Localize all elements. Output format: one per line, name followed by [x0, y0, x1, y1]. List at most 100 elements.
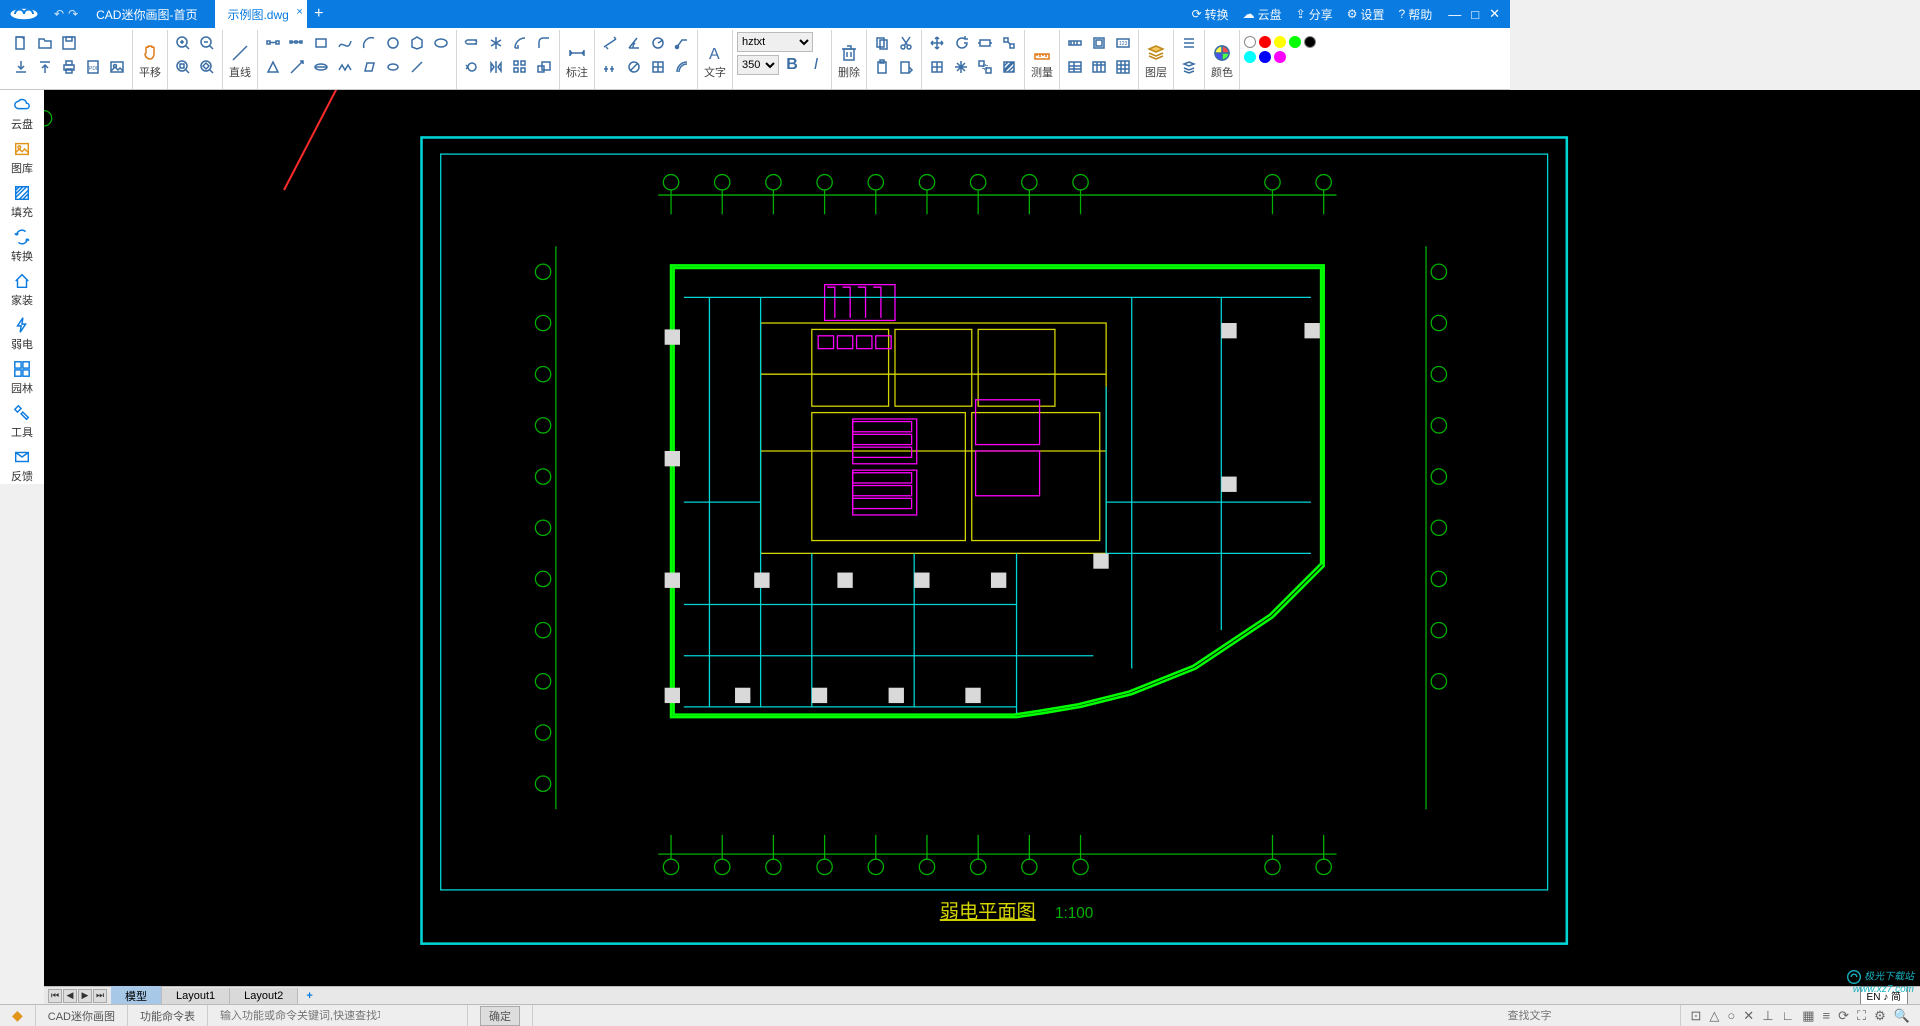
measure-icon[interactable] [1029, 40, 1055, 66]
rotate2-icon[interactable] [950, 32, 972, 54]
menu-convert[interactable]: ⟳转换 [1192, 6, 1229, 23]
window-minimize-icon[interactable]: — [1448, 7, 1461, 22]
parallelogram-icon[interactable] [358, 56, 380, 78]
sidebar-item-landscape[interactable]: 园林 [11, 360, 33, 396]
tab-layout1[interactable]: Layout1 [162, 988, 230, 1004]
print-icon[interactable] [58, 56, 80, 78]
measure-dist-icon[interactable] [1064, 32, 1086, 54]
menu-help[interactable]: ?帮助 [1399, 6, 1433, 23]
array-icon[interactable] [509, 56, 531, 78]
ellipse-draw-icon[interactable] [430, 32, 452, 54]
snap-intersection-icon[interactable]: ✕ [1743, 1008, 1754, 1024]
snap-perp-icon[interactable]: ⊥ [1762, 1008, 1773, 1024]
triangle-icon[interactable] [262, 56, 284, 78]
align-icon[interactable] [998, 32, 1020, 54]
text-icon[interactable]: A [702, 40, 728, 66]
sidebar-item-electrical[interactable]: 弱电 [11, 316, 33, 352]
layer-icon[interactable] [1143, 40, 1169, 66]
circle-icon[interactable] [382, 32, 404, 54]
polyline-node-icon[interactable] [262, 32, 284, 54]
swatch-yellow[interactable] [1274, 36, 1286, 48]
status-func-list[interactable]: 功能命令表 [128, 1005, 208, 1026]
dim-ordinate-icon[interactable] [647, 56, 669, 78]
group-line[interactable]: 直线 [223, 30, 258, 89]
menu-share[interactable]: ⇪分享 [1296, 6, 1333, 23]
cut-icon[interactable] [895, 32, 917, 54]
group-pan[interactable]: 平移 [133, 30, 168, 89]
hatch-icon[interactable] [998, 56, 1020, 78]
export-icon[interactable] [34, 56, 56, 78]
group-delete[interactable]: 删除 [832, 30, 867, 89]
dim-angular-icon[interactable] [623, 32, 645, 54]
scale-icon[interactable] [533, 56, 555, 78]
menu-settings[interactable]: ⚙设置 [1347, 6, 1385, 23]
paste-icon[interactable] [871, 56, 893, 78]
tab-add-layout[interactable]: + [298, 990, 320, 1002]
move-icon[interactable] [926, 32, 948, 54]
dim-continue-icon[interactable] [599, 56, 621, 78]
delete-icon[interactable] [836, 40, 862, 66]
dim-diameter-icon[interactable] [623, 56, 645, 78]
arc-icon[interactable] [358, 32, 380, 54]
polyline-multi-icon[interactable] [286, 32, 308, 54]
zigzag-icon[interactable] [334, 56, 356, 78]
zoom-extent-icon[interactable]: 🔍 [1894, 1008, 1910, 1024]
swatch-magenta[interactable] [1274, 51, 1286, 63]
offset-icon[interactable] [461, 32, 483, 54]
swatch-white[interactable] [1244, 36, 1256, 48]
block-icon[interactable] [926, 56, 948, 78]
bold-button[interactable]: B [781, 54, 803, 76]
zoom-fit-icon[interactable] [172, 56, 194, 78]
dim-leader-icon[interactable] [671, 32, 693, 54]
sidebar-item-library[interactable]: 图库 [11, 140, 33, 176]
measure-area-icon[interactable] [1088, 32, 1110, 54]
linewidth-icon[interactable]: ≡ [1823, 1008, 1831, 1024]
italic-button[interactable]: I [805, 54, 827, 76]
import-icon[interactable] [10, 56, 32, 78]
rotate-icon[interactable] [461, 56, 483, 78]
sidebar-item-cloud[interactable]: 云盘 [11, 96, 33, 132]
snap-center-icon[interactable]: ○ [1727, 1008, 1735, 1024]
zoom-in-icon[interactable] [172, 32, 194, 54]
tab-home[interactable]: CAD迷你画图-首页 [84, 0, 215, 28]
pdf-icon[interactable]: PDF [82, 56, 104, 78]
xline-icon[interactable] [310, 56, 332, 78]
swatch-cyan[interactable] [1244, 51, 1256, 63]
tab-close-icon[interactable]: × [296, 6, 302, 18]
swatch-green[interactable] [1289, 36, 1301, 48]
dimension-icon[interactable] [564, 40, 590, 66]
command-input[interactable] [220, 1010, 380, 1022]
dim-arc-icon[interactable] [671, 56, 693, 78]
ortho-icon[interactable]: ∟ [1782, 1008, 1795, 1024]
ray-icon[interactable] [286, 56, 308, 78]
fullscreen-icon[interactable]: ⛶ [1857, 1008, 1866, 1024]
tab-add[interactable]: + [307, 0, 331, 28]
dim-radius-icon[interactable] [647, 32, 669, 54]
tab-document[interactable]: 示例图.dwg × [215, 0, 306, 28]
line-icon[interactable] [227, 40, 253, 66]
new-file-icon[interactable] [10, 32, 32, 54]
save-file-icon[interactable] [58, 32, 80, 54]
zoom-out-icon[interactable] [196, 32, 218, 54]
open-file-icon[interactable] [34, 32, 56, 54]
trim-icon[interactable] [485, 32, 507, 54]
sidebar-item-home[interactable]: 家装 [11, 272, 33, 308]
tab-nav-first-icon[interactable]: ⏮ [48, 989, 62, 1003]
pan-hand-icon[interactable] [137, 40, 163, 66]
snap-mid-icon[interactable]: △ [1709, 1008, 1719, 1024]
spline-icon[interactable] [334, 32, 356, 54]
window-maximize-icon[interactable]: □ [1471, 7, 1479, 22]
ellipse2-icon[interactable] [382, 56, 404, 78]
find-text-input[interactable] [1508, 1010, 1668, 1022]
grid-icon[interactable] [1112, 56, 1134, 78]
undo-icon[interactable]: ↶ [54, 7, 64, 21]
dim-linear-icon[interactable] [599, 32, 621, 54]
group-dimension[interactable]: 标注 [560, 30, 595, 89]
swatch-blue[interactable] [1259, 51, 1271, 63]
tab-layout2[interactable]: Layout2 [230, 988, 298, 1004]
tab-nav-last-icon[interactable]: ⏭ [93, 989, 107, 1003]
zoom-window-icon[interactable] [196, 56, 218, 78]
status-refresh-icon[interactable]: ⟳ [1838, 1008, 1849, 1024]
swatch-red[interactable] [1259, 36, 1271, 48]
drawing-canvas[interactable]: 弱电平面图 1:100 [44, 90, 1920, 986]
